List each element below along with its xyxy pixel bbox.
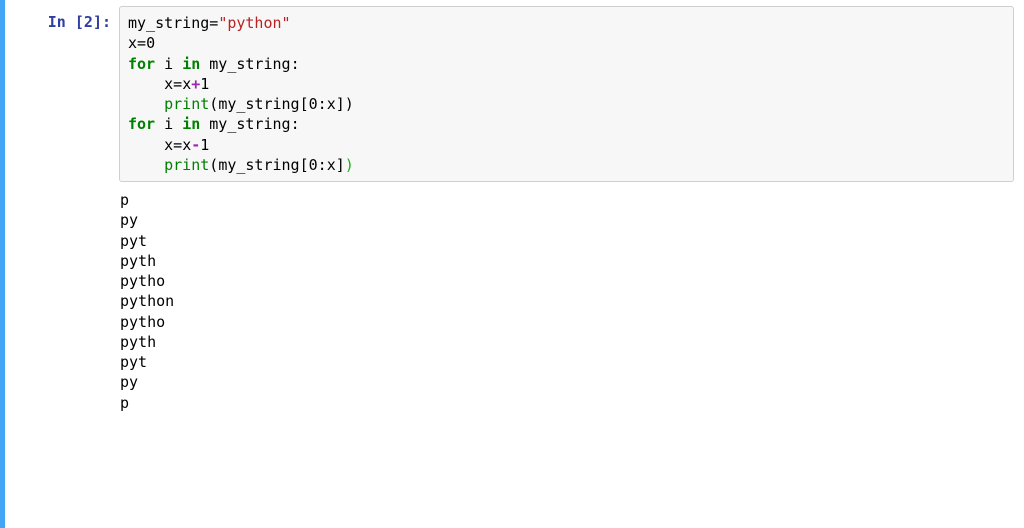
output-line: p: [120, 394, 129, 412]
code-token: =: [173, 136, 182, 154]
input-prompt: In [2]:: [15, 6, 119, 518]
code-token: :: [318, 95, 327, 113]
code-token: [: [300, 95, 309, 113]
cell-main: my_string="python" x=0 for i in my_strin…: [119, 6, 1014, 518]
code-token: -: [191, 136, 200, 154]
code-token: +: [191, 75, 200, 93]
notebook-cell: In [2]: my_string="python" x=0 for i in …: [0, 0, 1024, 528]
code-token: print: [164, 95, 209, 113]
code-token: my_string: [218, 156, 299, 174]
code-token: [128, 136, 164, 154]
code-token: ]: [336, 95, 345, 113]
code-token: in: [182, 115, 200, 133]
code-token: 0: [309, 156, 318, 174]
code-token: i: [155, 55, 182, 73]
code-token: [128, 156, 164, 174]
code-token: print: [164, 156, 209, 174]
code-token: "python": [218, 14, 290, 32]
code-token: ]: [336, 156, 345, 174]
output-line: py: [120, 211, 138, 229]
code-token: x: [164, 136, 173, 154]
code-token: my_string: [200, 115, 290, 133]
code-token: in: [182, 55, 200, 73]
code-token: my_string: [218, 95, 299, 113]
code-token: ): [345, 156, 354, 174]
code-token: 1: [200, 136, 209, 154]
code-token: my_string: [200, 55, 290, 73]
code-token: x: [327, 95, 336, 113]
prompt-suffix: ]:: [93, 13, 111, 31]
code-token: x: [182, 136, 191, 154]
code-token: =: [173, 75, 182, 93]
output-line: python: [120, 292, 174, 310]
code-token: 1: [200, 75, 209, 93]
code-token: :: [291, 115, 300, 133]
code-token: [128, 75, 164, 93]
code-token: for: [128, 55, 155, 73]
output-line: pyth: [120, 333, 156, 351]
prompt-number: 2: [84, 13, 93, 31]
code-token: 0: [146, 34, 155, 52]
prompt-prefix: In [: [48, 13, 84, 31]
code-token: my_string: [128, 14, 209, 32]
output-line: p: [120, 191, 129, 209]
code-token: [128, 95, 164, 113]
code-token: [: [300, 156, 309, 174]
code-token: 0: [309, 95, 318, 113]
code-token: =: [209, 14, 218, 32]
cell-output: p py pyt pyth pytho python pytho pyth py…: [119, 182, 1014, 413]
code-token: for: [128, 115, 155, 133]
code-token: x: [327, 156, 336, 174]
code-input[interactable]: my_string="python" x=0 for i in my_strin…: [119, 6, 1014, 182]
code-token: x: [182, 75, 191, 93]
code-token: x: [128, 34, 137, 52]
code-token: x: [164, 75, 173, 93]
output-line: pyt: [120, 353, 147, 371]
output-line: pytho: [120, 313, 165, 331]
code-token: i: [155, 115, 182, 133]
code-token: =: [137, 34, 146, 52]
code-token: ): [345, 95, 354, 113]
output-line: pyth: [120, 252, 156, 270]
code-token: :: [291, 55, 300, 73]
output-line: pytho: [120, 272, 165, 290]
code-token: :: [318, 156, 327, 174]
code-token: (: [209, 156, 218, 174]
output-line: pyt: [120, 232, 147, 250]
output-line: py: [120, 373, 138, 391]
code-token: (: [209, 95, 218, 113]
